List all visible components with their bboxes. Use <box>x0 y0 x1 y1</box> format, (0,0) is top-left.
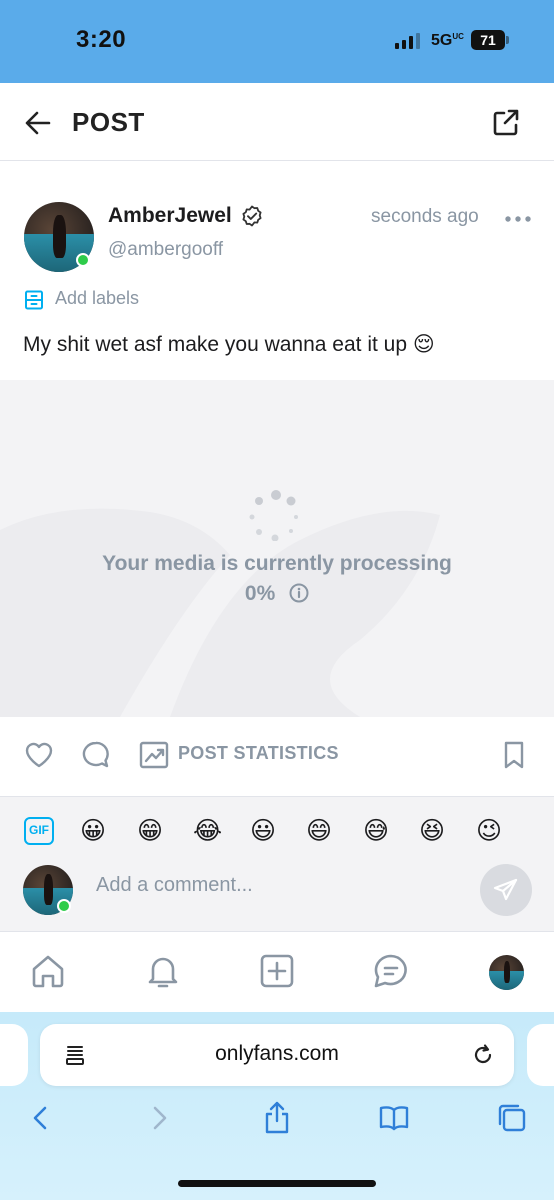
like-heart-icon[interactable] <box>23 739 55 771</box>
processing-message: Your media is currently processing <box>102 552 452 575</box>
emoji-laughing[interactable]: 😆 <box>419 817 445 845</box>
send-comment-button[interactable] <box>480 864 532 916</box>
more-options-icon[interactable] <box>505 216 531 222</box>
comment-input[interactable]: Add a comment... <box>96 874 253 897</box>
browser-forward-icon[interactable] <box>141 1100 177 1136</box>
url-text[interactable]: onlyfans.com <box>40 1042 514 1066</box>
signal-icon <box>395 33 420 49</box>
post-timestamp: seconds ago <box>371 206 479 227</box>
browser-share-icon[interactable] <box>259 1100 295 1136</box>
media-placeholder: Your media is currently processing 0% <box>0 380 554 717</box>
home-icon[interactable] <box>29 952 67 990</box>
add-post-icon[interactable] <box>258 952 296 990</box>
watermark-logo <box>0 508 440 717</box>
info-icon[interactable] <box>289 583 309 603</box>
battery-cap <box>506 36 509 44</box>
verified-icon <box>242 205 262 227</box>
post-statistics-button[interactable]: POST STATISTICS <box>178 743 339 764</box>
bookmarks-book-icon[interactable] <box>376 1100 412 1136</box>
commenter-online-indicator <box>57 899 71 913</box>
network-indicator: 5GUC <box>431 32 464 49</box>
emoji-smiley[interactable]: 😃 <box>250 817 276 845</box>
top-bar: POST <box>0 83 554 161</box>
back-arrow-icon[interactable] <box>24 109 52 137</box>
label-drawer-icon <box>25 290 43 310</box>
share-icon[interactable] <box>490 107 522 139</box>
next-tab-peek[interactable] <box>527 1024 554 1086</box>
processing-progress-row: 0% <box>0 582 554 606</box>
loading-spinner-icon <box>249 490 298 541</box>
author-name[interactable]: AmberJewel <box>108 204 232 228</box>
status-bar: 3:20 5GUC 71 <box>0 0 554 83</box>
author-handle[interactable]: @ambergooff <box>108 239 223 261</box>
page-title: POST <box>72 107 145 137</box>
statistics-chart-icon[interactable] <box>138 739 170 771</box>
bookmark-icon[interactable] <box>498 739 530 771</box>
browser-toolbar: onlyfans.com <box>0 1012 554 1200</box>
emoji-sweat-smile[interactable]: 😅 <box>363 817 389 845</box>
post-text: My shit wet asf make you wanna eat it up… <box>23 333 435 356</box>
notifications-bell-icon[interactable] <box>144 952 182 990</box>
emoji-joy[interactable]: 😂 <box>193 817 222 845</box>
home-indicator <box>178 1180 376 1187</box>
bottom-navigation <box>0 932 554 1012</box>
quick-emoji-bar: GIF 😀 😁 😂 😃 😄 😅 😆 😉 <box>24 815 534 847</box>
battery-indicator: 71 <box>471 30 505 50</box>
browser-back-icon[interactable] <box>23 1100 59 1136</box>
send-paper-plane-icon <box>493 878 518 901</box>
add-labels-link[interactable]: Add labels <box>55 288 139 309</box>
emoji-smile[interactable]: 😄 <box>306 817 332 845</box>
profile-nav-avatar[interactable] <box>489 955 524 990</box>
status-time: 3:20 <box>76 26 127 53</box>
post-actions: POST STATISTICS <box>0 717 554 797</box>
previous-tab-peek[interactable] <box>0 1024 28 1086</box>
emoji-beaming[interactable]: 😁 <box>137 817 163 845</box>
online-indicator <box>76 253 90 267</box>
messages-icon[interactable] <box>372 952 410 990</box>
processing-percent: 0% <box>244 582 276 605</box>
emoji-wink[interactable]: 😉 <box>476 817 502 845</box>
comment-section: GIF 😀 😁 😂 😃 😄 😅 😆 😉 Add a comment... <box>0 797 554 932</box>
gif-button[interactable]: GIF <box>24 817 54 845</box>
reload-icon[interactable] <box>470 1042 496 1068</box>
comment-bubble-icon[interactable] <box>80 739 112 771</box>
emoji-grinning[interactable]: 😀 <box>80 817 106 845</box>
address-bar[interactable]: onlyfans.com <box>40 1024 514 1086</box>
tabs-overview-icon[interactable] <box>494 1100 530 1136</box>
